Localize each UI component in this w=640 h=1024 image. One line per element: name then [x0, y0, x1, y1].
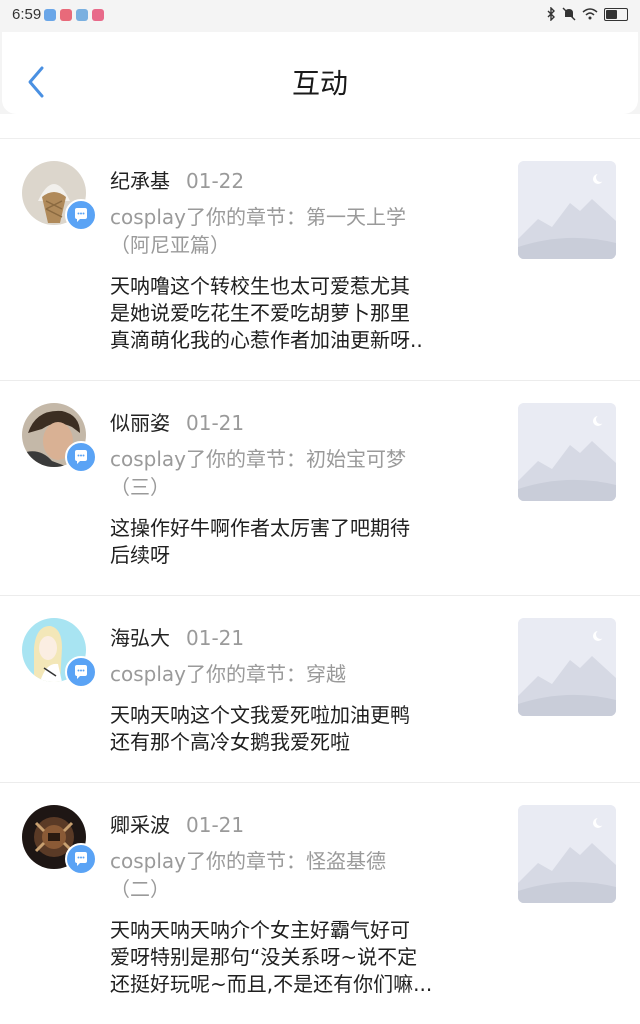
list-item[interactable]: 卿采波 01-21 cosplay了你的章节：怪盗基德 （二） 天呐天呐天呐介个女…: [0, 783, 640, 1023]
name-row: 似丽姿 01-21: [110, 407, 244, 436]
chapter-ref-line: cosplay了你的章节：怪盗基德: [110, 849, 386, 873]
mute-icon: [562, 7, 576, 21]
name-row: 海弘大 01-21: [110, 622, 244, 651]
comment-badge-icon: [65, 199, 97, 231]
chapter-ref-line: （二）: [110, 877, 170, 901]
post-date: 01-21: [186, 626, 245, 650]
chapter-reference[interactable]: cosplay了你的章节：初始宝可梦 （三）: [110, 445, 490, 501]
notification-icons: [44, 9, 104, 21]
comment-content: 天呐天呐天呐介个女主好霸气好可 爱呀特别是那句“没关系呀~说不定 还挺好玩呢~而…: [110, 917, 490, 998]
chapter-ref-line: （三）: [110, 475, 170, 499]
comment-line: 还挺好玩呢~而且,不是还有你们嘛...: [110, 972, 433, 996]
app-notification-icon: [60, 9, 72, 21]
chapter-ref-line: cosplay了你的章节：第一天上学: [110, 205, 406, 229]
app-notification-icon: [44, 9, 56, 21]
chapter-reference[interactable]: cosplay了你的章节：怪盗基德 （二）: [110, 847, 490, 903]
status-bar: 6:59: [0, 0, 640, 32]
post-date: 01-22: [186, 169, 245, 193]
post-date: 01-21: [186, 813, 245, 837]
list-item[interactable]: 海弘大 01-21 cosplay了你的章节：穿越 天呐天呐这个文我爱死啦加油更鸭…: [0, 596, 640, 783]
battery-icon: [604, 7, 628, 21]
comment-line: 爱呀特别是那句“没关系呀~说不定: [110, 945, 418, 969]
status-icons: [546, 7, 628, 21]
chapter-thumbnail[interactable]: [518, 161, 616, 259]
chapter-ref-line: （阿尼亚篇）: [110, 233, 230, 257]
comment-line: 还有那个高冷女鹅我爱死啦: [110, 730, 350, 754]
comment-line: 天呐天呐这个文我爱死啦加油更鸭: [110, 703, 410, 727]
comment-badge-icon: [65, 843, 97, 875]
chapter-reference[interactable]: cosplay了你的章节：穿越: [110, 660, 490, 688]
comment-content: 这操作好牛啊作者太厉害了吧期待 后续呀: [110, 515, 490, 569]
comment-line: 后续呀: [110, 543, 170, 567]
comment-content: 天呐天呐这个文我爱死啦加油更鸭 还有那个高冷女鹅我爱死啦: [110, 702, 490, 756]
comment-line: 天呐天呐天呐介个女主好霸气好可: [110, 918, 410, 942]
bluetooth-icon: [547, 7, 555, 21]
chapter-thumbnail[interactable]: [518, 618, 616, 716]
app-notification-icon: [76, 9, 88, 21]
page-title: 互动: [291, 67, 348, 100]
comment-line: 天呐噜这个转校生也太可爱惹尤其: [110, 274, 410, 298]
list-item[interactable]: 似丽姿 01-21 cosplay了你的章节：初始宝可梦 （三） 这操作好牛啊作者…: [0, 381, 640, 596]
comment-content: 天呐噜这个转校生也太可爱惹尤其 是她说爱吃花生不爱吃胡萝卜那里 真滴萌化我的心惹…: [110, 273, 490, 354]
chapter-thumbnail[interactable]: [518, 805, 616, 903]
comment-line: 真滴萌化我的心惹作者加油更新呀..: [110, 328, 423, 352]
header: 互动: [0, 32, 640, 114]
header-card: 互动: [2, 32, 638, 114]
name-row: 纪承基 01-22: [110, 165, 244, 194]
post-date: 01-21: [186, 411, 245, 435]
user-name[interactable]: 卿采波: [110, 813, 170, 837]
chapter-ref-line: cosplay了你的章节：穿越: [110, 662, 346, 686]
chapter-ref-line: cosplay了你的章节：初始宝可梦: [110, 447, 406, 471]
comment-line: 是她说爱吃花生不爱吃胡萝卜那里: [110, 301, 410, 325]
chapter-thumbnail[interactable]: [518, 403, 616, 501]
user-name[interactable]: 似丽姿: [110, 411, 170, 435]
user-name[interactable]: 纪承基: [110, 169, 170, 193]
mountain-placeholder-icon: [518, 618, 616, 716]
wifi-icon: [582, 8, 598, 20]
comment-badge-icon: [65, 441, 97, 473]
mountain-placeholder-icon: [518, 403, 616, 501]
mountain-placeholder-icon: [518, 805, 616, 903]
status-time: 6:59: [12, 6, 42, 23]
battery-level: [606, 9, 617, 19]
user-name[interactable]: 海弘大: [110, 626, 170, 650]
mountain-placeholder-icon: [518, 161, 616, 259]
chapter-reference[interactable]: cosplay了你的章节：第一天上学 （阿尼亚篇）: [110, 203, 490, 259]
interaction-list: 纪承基 01-22 cosplay了你的章节：第一天上学 （阿尼亚篇） 天呐噜这个…: [0, 138, 640, 1023]
name-row: 卿采波 01-21: [110, 809, 244, 838]
comment-badge-icon: [65, 656, 97, 688]
app-notification-icon: [92, 9, 104, 21]
comment-line: 这操作好牛啊作者太厉害了吧期待: [110, 516, 410, 540]
list-item[interactable]: 纪承基 01-22 cosplay了你的章节：第一天上学 （阿尼亚篇） 天呐噜这个…: [0, 139, 640, 381]
